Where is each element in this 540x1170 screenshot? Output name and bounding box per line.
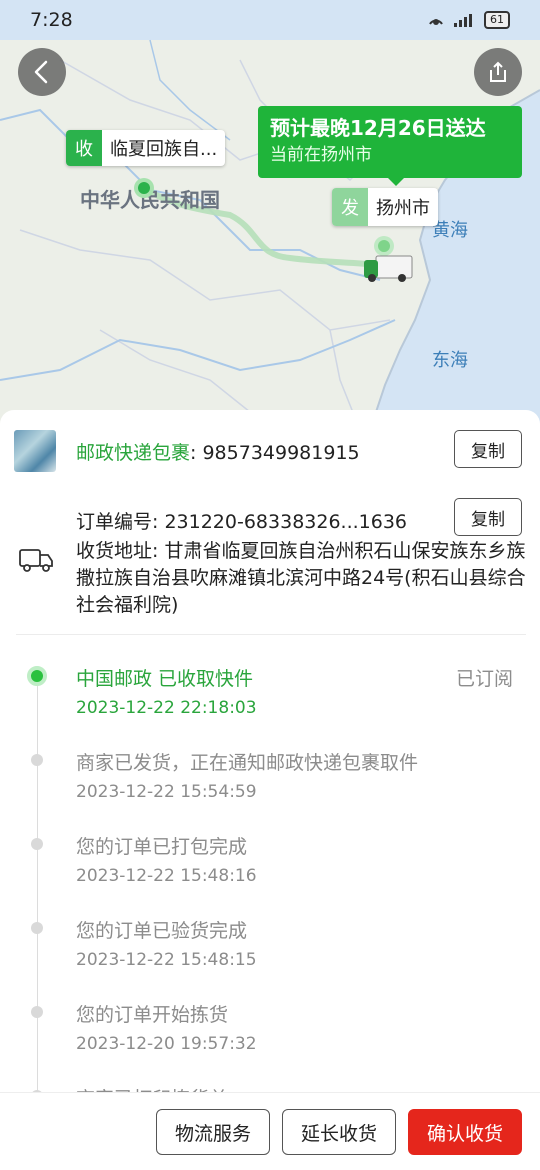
status-icons: 61 (426, 11, 510, 29)
timeline-dot (31, 838, 43, 850)
timeline-item: 您的订单开始拣货 2023-12-20 19:57:32 (0, 996, 540, 1076)
sea-label-east-sea: 东海 (432, 350, 468, 371)
receive-location: 临夏回族自... (110, 139, 218, 160)
share-icon (490, 61, 506, 82)
carrier-separator: : (190, 442, 203, 464)
bottom-action-bar: 物流服务 延长收货 确认收货 (0, 1092, 540, 1170)
timeline-time: 2023-12-22 22:18:03 (76, 698, 257, 718)
timeline-dot-active (27, 666, 47, 686)
order-label: 订单编号: (76, 511, 165, 533)
eta-callout: 预计最晚12月26日送达 当前在扬州市 (258, 106, 522, 186)
status-bar: 7:28 61 (0, 0, 540, 40)
tracking-timeline[interactable]: 中国邮政 已收取快件 2023-12-22 22:18:03 已订阅 商家已发货… (0, 650, 540, 1100)
chevron-left-icon (34, 60, 48, 84)
destination-pin-icon (134, 178, 154, 198)
send-location: 扬州市 (376, 198, 430, 219)
share-button[interactable] (474, 48, 522, 96)
send-location-tag: 发 扬州市 (332, 188, 438, 226)
delivery-truck-icon (364, 255, 413, 282)
logistics-service-button[interactable]: 物流服务 (156, 1109, 270, 1155)
timeline-item: 您的订单已验货完成 2023-12-22 15:48:15 (0, 912, 540, 992)
timeline-item: 商家已发货，正在通知邮政快递包裹取件 2023-12-22 15:54:59 (0, 744, 540, 824)
receive-location-tag: 收 临夏回族自... (66, 130, 226, 166)
truck-icon (19, 549, 53, 572)
extend-receipt-button[interactable]: 延长收货 (282, 1109, 396, 1155)
subscribed-badge[interactable]: 已订阅 (456, 664, 513, 691)
address-label: 收货地址: (76, 540, 165, 562)
timeline-item: 中国邮政 已收取快件 2023-12-22 22:18:03 已订阅 (0, 660, 540, 740)
confirm-receipt-button[interactable]: 确认收货 (408, 1109, 522, 1155)
carrier-name: 邮政快递包裹 (76, 442, 191, 464)
eta-title: 预计最晚12月26日送达 (270, 116, 486, 140)
timeline-title: 您的订单已验货完成 (76, 920, 248, 942)
timeline-time: 2023-12-22 15:48:16 (76, 866, 257, 886)
timeline-dot (31, 922, 43, 934)
hotspot-icon (429, 19, 443, 25)
shipping-address: 收货地址: 甘肃省临夏回族自治州积石山保安族东乡族撒拉族自治县吹麻滩镇北滨河中路… (76, 538, 526, 619)
map-view[interactable]: 7:28 61 中华人民共和国 黄海 东海 收 临夏回族自... 发 扬州市 预… (0, 0, 540, 430)
timeline-title: 您的订单开始拣货 (76, 1004, 229, 1026)
timeline-time: 2023-12-22 15:54:59 (76, 782, 257, 802)
copy-order-button[interactable]: 复制 (454, 498, 522, 536)
signal-icon (454, 14, 472, 27)
copy-tracking-button[interactable]: 复制 (454, 430, 522, 468)
timeline-title: 商家已发货，正在通知邮政快递包裹取件 (76, 752, 419, 774)
eta-current-location: 当前在扬州市 (270, 145, 372, 165)
tracking-number: 9857349981915 (202, 442, 360, 464)
send-badge: 发 (332, 188, 368, 226)
timeline-title: 您的订单已打包完成 (76, 836, 248, 858)
back-button[interactable] (18, 48, 66, 96)
package-info: 邮政快递包裹: 9857349981915 (76, 438, 360, 465)
status-time: 7:28 (30, 9, 73, 31)
timeline-title: 中国邮政 已收取快件 (76, 668, 254, 690)
section-divider (16, 634, 526, 635)
battery-indicator: 61 (484, 11, 510, 29)
timeline-time: 2023-12-20 19:57:32 (76, 1034, 257, 1054)
order-info: 订单编号: 231220-68338326...1636 (76, 507, 407, 534)
logistics-detail-sheet: 邮政快递包裹: 9857349981915 复制 订单编号: 231220-68… (0, 410, 540, 1170)
timeline-dot (31, 1006, 43, 1018)
product-thumbnail[interactable] (14, 430, 56, 472)
timeline-item: 您的订单已打包完成 2023-12-22 15:48:16 (0, 828, 540, 908)
timeline-time: 2023-12-22 15:48:15 (76, 950, 257, 970)
receive-badge: 收 (66, 130, 102, 166)
order-number: 231220-68338326...1636 (164, 511, 408, 533)
timeline-dot (31, 754, 43, 766)
